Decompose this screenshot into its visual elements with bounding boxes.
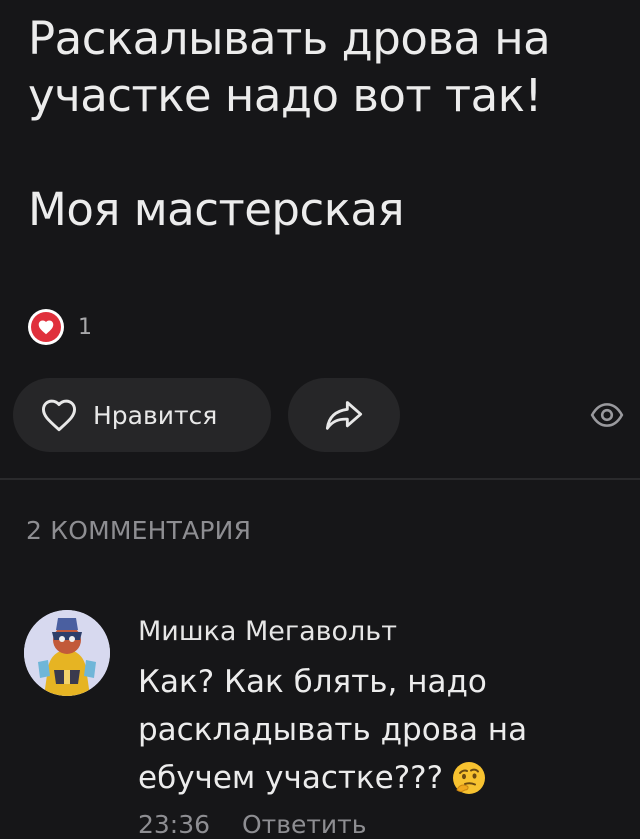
comment-text-line-last: ебучем участке??? (138, 754, 628, 802)
eye-icon (590, 403, 624, 427)
comment-time: 23:36 (138, 810, 211, 839)
comment-meta: 23:36 Ответить (138, 810, 366, 839)
reaction-count: 1 (78, 314, 92, 340)
comment: Мишка Мегавольт Как? Как блять, надо рас… (138, 612, 628, 802)
thinking-face-emoji-icon (453, 762, 486, 794)
post-text: Раскалывать дрова на участке надо вот та… (28, 10, 628, 238)
comment-text-line: раскладывать дрова на (138, 712, 528, 748)
heart-icon (28, 309, 64, 345)
heart-outline-icon (41, 399, 77, 432)
divider (0, 478, 640, 480)
reactions-summary[interactable]: 1 (28, 309, 92, 345)
comment-author[interactable]: Мишка Мегавольт (138, 612, 628, 652)
share-button[interactable] (288, 378, 400, 452)
like-button[interactable]: Нравится (13, 378, 271, 452)
share-icon (325, 401, 363, 430)
post-text-line: Раскалывать дрова на (28, 12, 551, 65)
comment-text: Как? Как блять, надо раскладывать дрова … (138, 658, 628, 802)
post-subtitle: Моя мастерская (28, 183, 405, 236)
comments-count-header: 2 КОММЕНТАРИЯ (26, 516, 252, 545)
post-text-line: участке надо вот так! (28, 69, 542, 122)
like-button-label: Нравится (93, 400, 218, 430)
reply-button[interactable]: Ответить (242, 810, 366, 839)
comment-text-line: Как? Как блять, надо (138, 664, 487, 700)
avatar[interactable] (24, 610, 110, 696)
comment-text-line: ебучем участке??? (138, 760, 444, 796)
